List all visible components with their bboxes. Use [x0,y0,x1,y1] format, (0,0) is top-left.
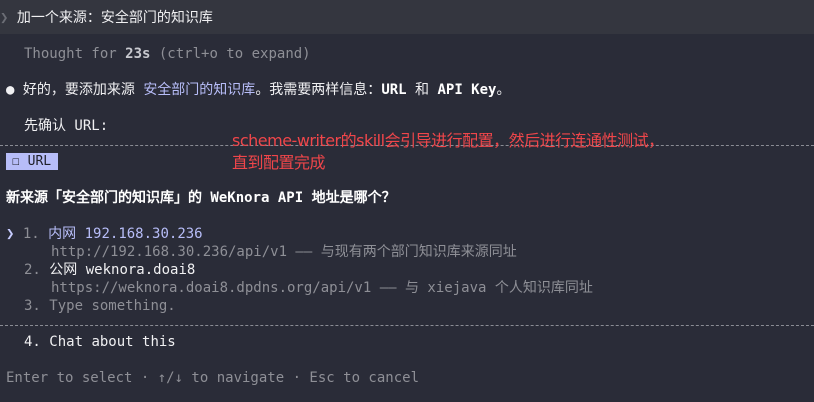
option-2-description: https://weknora.doai8.dpdns.org/api/v1 —… [51,280,593,296]
question-title: 新来源「安全部门的知识库」的 WeKnora API 地址是哪个？ [6,190,396,206]
reply-url-label: URL [381,82,407,98]
option-4-number: 4. [24,334,41,350]
option-1-number: 1. [22,226,40,242]
option-4-chat[interactable]: 4. Chat about this [24,333,176,351]
annotation-line-2: 直到配置完成 [232,153,326,172]
option-2-number: 2. [24,262,41,278]
red-annotation: scheme-writer的skill会引导进行配置，然后进行连通性测试， 直到… [232,130,792,174]
user-prompt: ❯ 加一个来源：安全部门的知识库 [0,9,213,27]
reply-source-name: 安全部门的知识库 [143,82,256,98]
footer-hints: Enter to select · ↑/↓ to navigate · Esc … [6,370,420,386]
option-3-number: 3. [24,298,41,314]
thought-prefix: Thought for [24,46,126,62]
divider-bottom [0,325,814,326]
option-2[interactable]: 2. 公网 weknora.doai8 [24,261,195,279]
option-1-description: http://192.168.30.236/api/v1 —— 与现有两个部门知… [51,244,517,260]
annotation-line-1: scheme-writer的skill会引导进行配置，然后进行连通性测试， [232,131,664,150]
reply-text-2: 。我需要两样信息： [255,82,382,98]
option-3[interactable]: 3. Type something. [24,297,176,315]
reply-key-label: API Key [437,82,497,98]
thought-status[interactable]: Thought for 23s (ctrl+o to expand) [24,45,311,63]
checkbox-icon: ☐ [12,154,20,169]
thought-expand-hint: (ctrl+o to expand) [150,46,311,62]
option-3-title: Type something. [49,298,176,314]
option-1-title: 内网 192.168.30.236 [48,226,203,242]
option-4-title: Chat about this [49,334,176,350]
assistant-reply: ● 好的，要添加来源 安全部门的知识库。我需要两样信息：URL 和 API Ke… [6,81,510,99]
reply-and: 和 [406,82,438,98]
thought-duration: 23s [125,46,151,62]
option-2-title: 公网 weknora.doai8 [49,262,196,278]
tab-url-label: URL [27,154,52,169]
confirm-url-text: 先确认 URL: [24,118,109,134]
option-1[interactable]: ❯ 1. 内网 192.168.30.236 [6,225,203,243]
reply-text-1: 好的，要添加来源 [22,82,144,98]
reply-end: 。 [496,82,511,98]
bullet-icon: ● [6,82,15,98]
user-prompt-text: 加一个来源：安全部门的知识库 [16,10,213,26]
selection-cursor-icon: ❯ [6,226,15,242]
tab-url[interactable]: ☐ URL [6,153,59,170]
prompt-chevron-icon: ❯ [0,10,9,26]
